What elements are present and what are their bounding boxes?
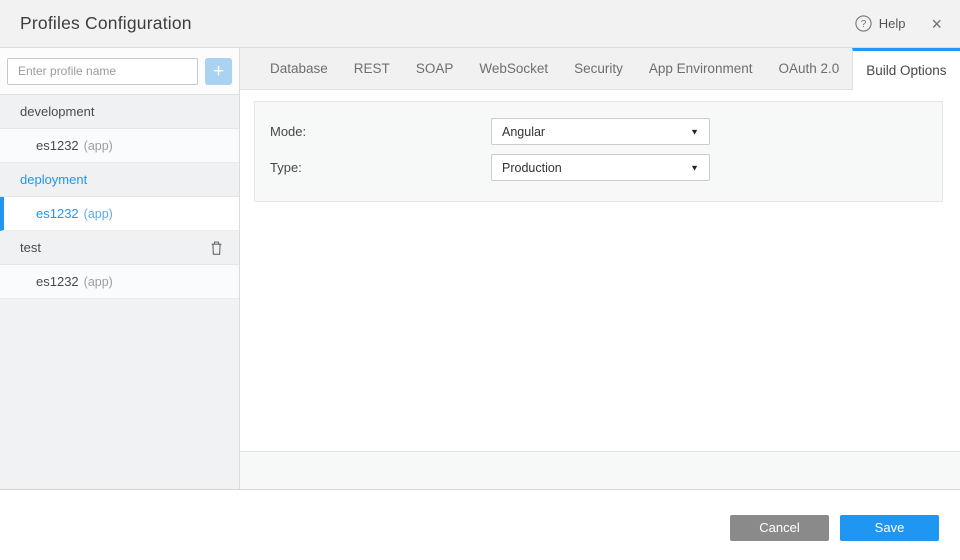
type-label: Type: bbox=[270, 160, 302, 175]
type-row: Type: Production ▼ bbox=[270, 154, 942, 181]
tab-soap[interactable]: SOAP bbox=[403, 48, 467, 89]
profile-group-development[interactable]: development bbox=[0, 95, 239, 129]
svg-text:?: ? bbox=[860, 19, 866, 30]
sidebar-empty-area bbox=[0, 299, 239, 489]
profiles-sidebar: + development es1232 (app) deployment es… bbox=[0, 48, 240, 489]
build-options-panel: Mode: Angular ▼ Type: Production ▼ bbox=[254, 101, 943, 202]
profile-group-label: development bbox=[20, 104, 95, 119]
profile-item-label: es1232 bbox=[36, 274, 79, 289]
cancel-button[interactable]: Cancel bbox=[730, 515, 829, 541]
tab-bar: Database REST SOAP WebSocket Security Ap… bbox=[240, 48, 960, 90]
profile-item-label: es1232 bbox=[36, 138, 79, 153]
chevron-down-icon: ▼ bbox=[690, 163, 699, 172]
profile-name-input[interactable] bbox=[7, 57, 198, 85]
trash-icon bbox=[211, 241, 222, 255]
help-button[interactable]: ? Help bbox=[855, 15, 906, 32]
profile-group-label: deployment bbox=[20, 172, 88, 187]
mode-select-value: Angular bbox=[502, 124, 546, 139]
panel-footer-strip bbox=[240, 451, 960, 489]
page-title: Profiles Configuration bbox=[20, 13, 192, 33]
tab-oauth[interactable]: OAuth 2.0 bbox=[765, 48, 852, 89]
close-icon[interactable]: × bbox=[931, 15, 942, 33]
profile-item-suffix: (app) bbox=[83, 274, 113, 289]
type-select[interactable]: Production ▼ bbox=[491, 154, 710, 181]
profile-add-row: + bbox=[0, 48, 239, 95]
add-profile-button[interactable]: + bbox=[205, 57, 232, 85]
profile-item-suffix: (app) bbox=[83, 206, 113, 221]
delete-profile-button[interactable] bbox=[208, 238, 225, 258]
mode-select[interactable]: Angular ▼ bbox=[491, 118, 710, 145]
action-bar: Cancel Save bbox=[0, 490, 960, 559]
dialog-body: + development es1232 (app) deployment es… bbox=[0, 48, 960, 490]
profile-list: development es1232 (app) deployment es12… bbox=[0, 95, 239, 299]
profile-group-test[interactable]: test bbox=[0, 231, 239, 265]
profile-item-deployment-es1232-selected[interactable]: es1232 (app) bbox=[0, 197, 239, 231]
build-options-content: Mode: Angular ▼ Type: Production ▼ bbox=[240, 90, 960, 451]
help-label: Help bbox=[878, 16, 906, 31]
dialog-header: Profiles Configuration ? Help × bbox=[0, 0, 960, 48]
profile-group-label: test bbox=[20, 240, 41, 255]
save-button[interactable]: Save bbox=[840, 515, 939, 541]
type-select-value: Production bbox=[502, 160, 562, 175]
profile-item-suffix: (app) bbox=[83, 138, 113, 153]
profile-item-label: es1232 bbox=[36, 206, 79, 221]
profile-item-test-es1232[interactable]: es1232 (app) bbox=[0, 265, 239, 299]
main-panel: Database REST SOAP WebSocket Security Ap… bbox=[240, 48, 960, 489]
profile-group-deployment[interactable]: deployment bbox=[0, 163, 239, 197]
profile-item-development-es1232[interactable]: es1232 (app) bbox=[0, 129, 239, 163]
mode-row: Mode: Angular ▼ bbox=[270, 118, 942, 145]
tab-security[interactable]: Security bbox=[561, 48, 636, 89]
tab-database[interactable]: Database bbox=[257, 48, 341, 89]
chevron-down-icon: ▼ bbox=[690, 127, 699, 136]
tab-build-options[interactable]: Build Options bbox=[852, 48, 960, 90]
tab-rest[interactable]: REST bbox=[341, 48, 403, 89]
tab-websocket[interactable]: WebSocket bbox=[466, 48, 561, 89]
question-circle-icon: ? bbox=[855, 15, 872, 32]
mode-label: Mode: bbox=[270, 124, 307, 139]
tab-app-environment[interactable]: App Environment bbox=[636, 48, 766, 89]
